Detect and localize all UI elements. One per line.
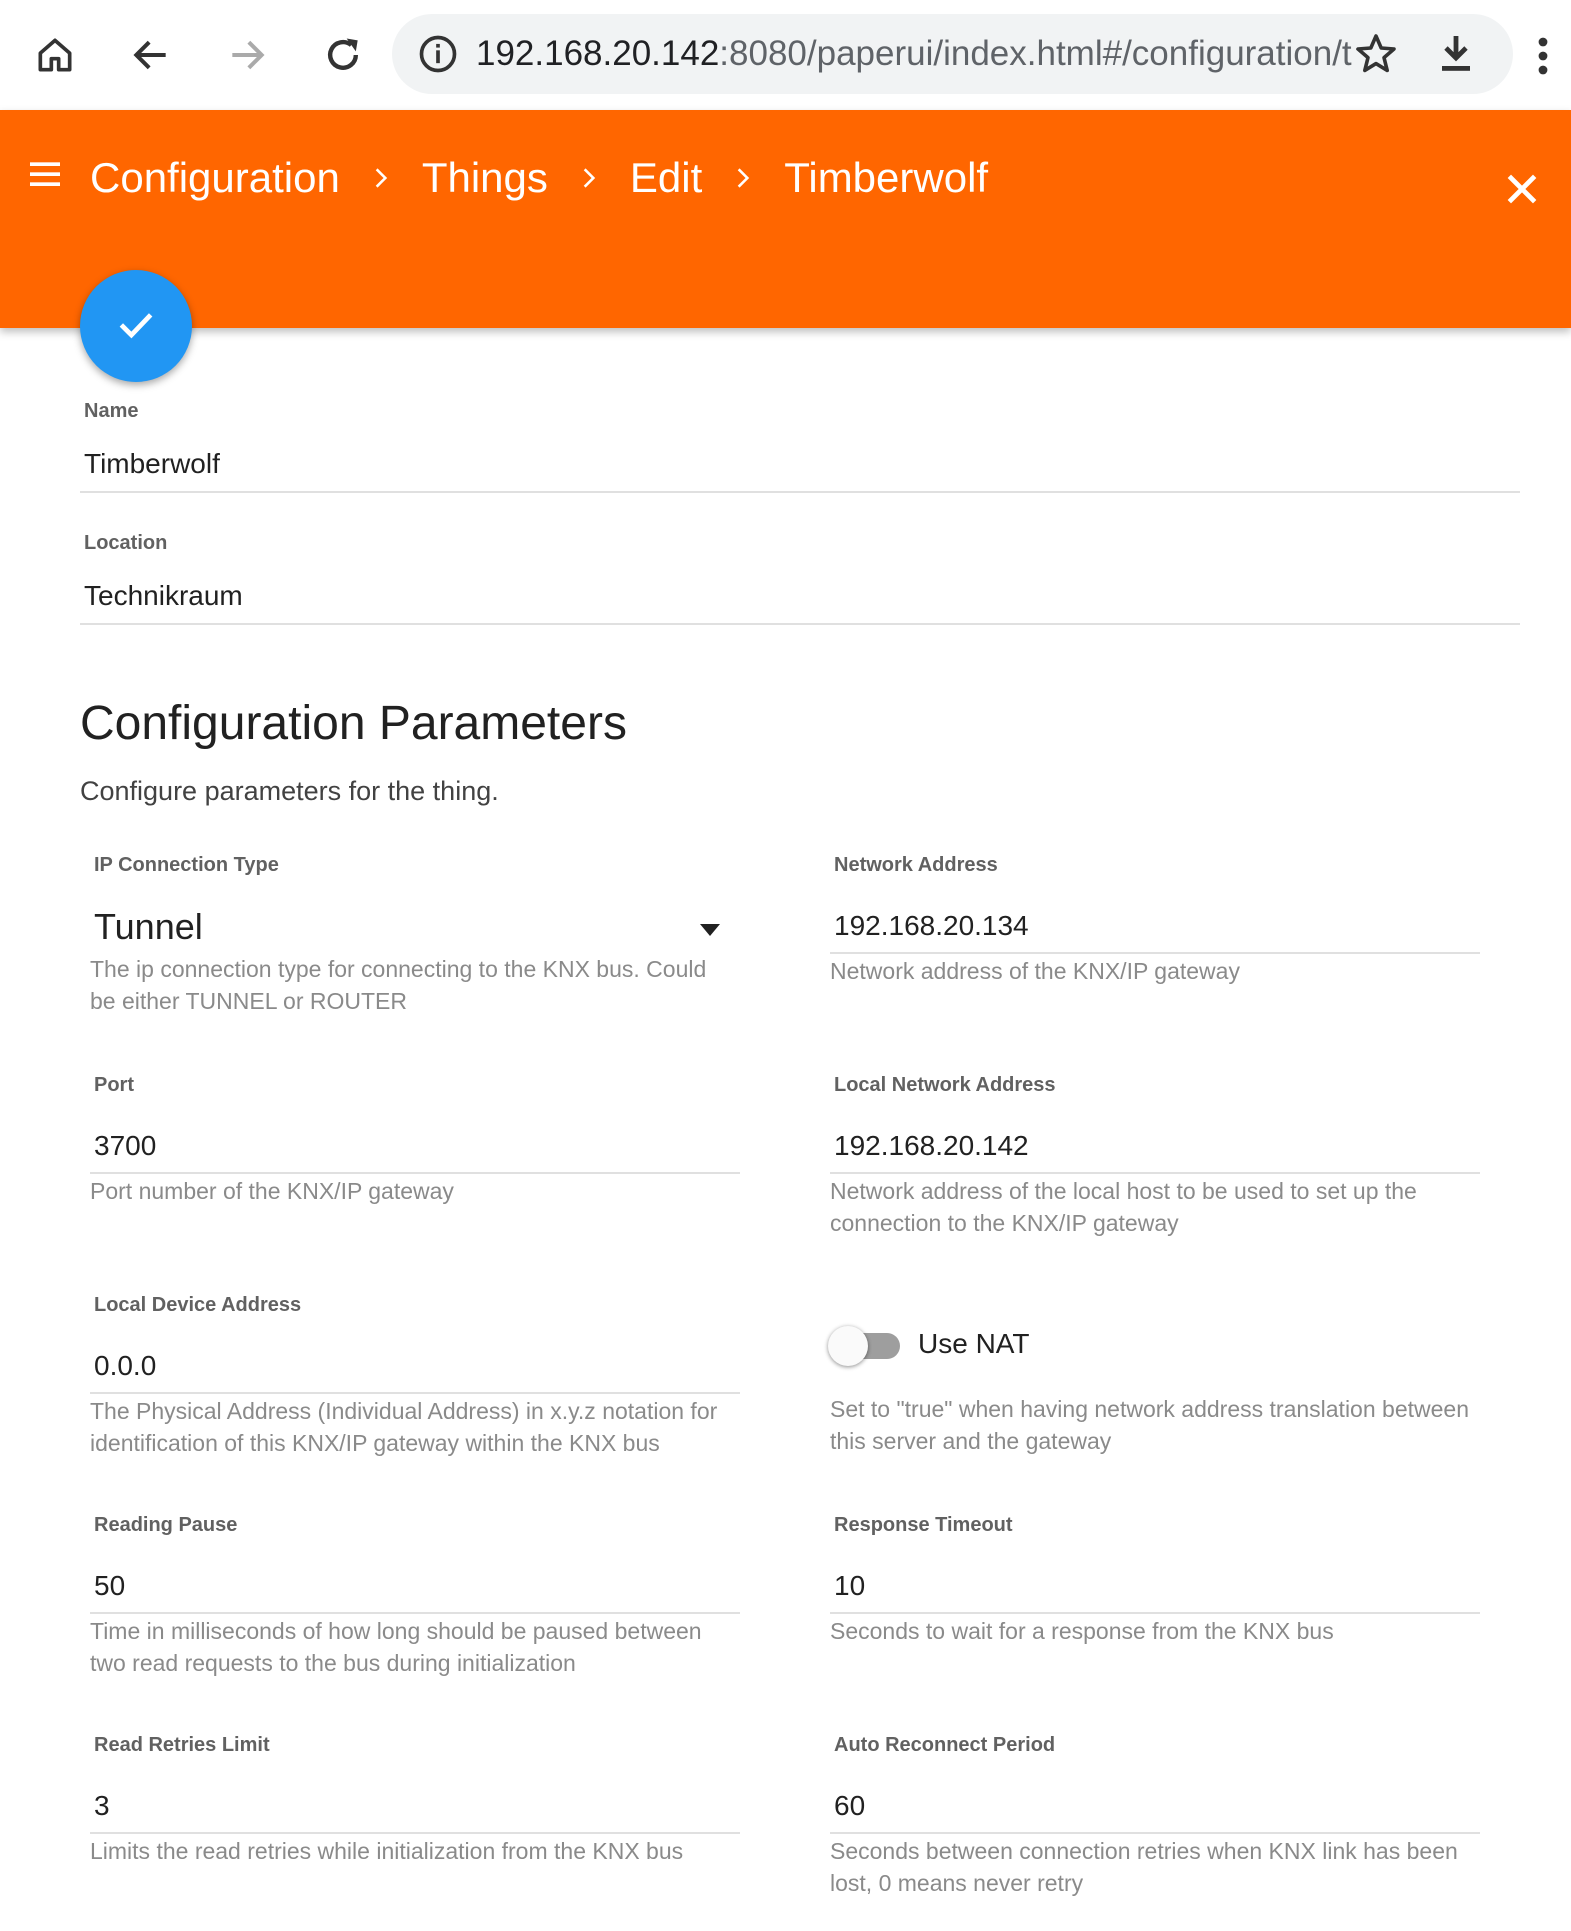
port-hint: Port number of the KNX/IP gateway: [90, 1178, 454, 1204]
chevron-right-icon: [730, 165, 756, 191]
local-device-address-input[interactable]: 0.0.0: [94, 1350, 156, 1382]
network-address-label: Network Address: [834, 854, 998, 876]
download-icon[interactable]: [1432, 30, 1480, 78]
forward-icon[interactable]: [214, 22, 280, 88]
breadcrumb-configuration[interactable]: Configuration: [90, 154, 340, 202]
local-network-address-hint-2: connection to the KNX/IP gateway: [830, 1210, 1179, 1236]
use-nat-hint-2: this server and the gateway: [830, 1428, 1112, 1454]
response-timeout-label: Response Timeout: [834, 1514, 1013, 1536]
read-retries-limit-hint: Limits the read retries while initializa…: [90, 1838, 684, 1864]
network-address-underline: [830, 952, 1480, 954]
breadcrumb: Configuration Things Edit Timberwolf: [90, 146, 988, 210]
section-title: Configuration Parameters: [80, 697, 627, 750]
local-network-address-underline: [830, 1172, 1480, 1174]
chevron-right-icon: [576, 165, 602, 191]
reading-pause-hint-2: two read requests to the bus during init…: [90, 1650, 576, 1676]
reading-pause-input[interactable]: 50: [94, 1570, 125, 1602]
local-device-address-hint-2: identification of this KNX/IP gateway wi…: [90, 1430, 660, 1456]
local-network-address-label: Local Network Address: [834, 1074, 1056, 1096]
breadcrumb-timberwolf: Timberwolf: [784, 154, 989, 201]
local-device-address-hint-1: The Physical Address (Individual Address…: [90, 1398, 718, 1424]
breadcrumb-edit[interactable]: Edit: [630, 154, 702, 202]
reading-pause-underline: [90, 1612, 740, 1614]
back-icon[interactable]: [118, 22, 184, 88]
read-retries-limit-label: Read Retries Limit: [94, 1734, 270, 1756]
check-icon: [114, 302, 158, 351]
app-header: Configuration Things Edit Timberwolf: [0, 110, 1571, 328]
toggle-thumb[interactable]: [828, 1326, 868, 1366]
auto-reconnect-period-underline: [830, 1832, 1480, 1834]
network-address-input[interactable]: 192.168.20.134: [834, 910, 1029, 942]
read-retries-limit-underline: [90, 1832, 740, 1834]
home-icon[interactable]: [22, 22, 88, 88]
reading-pause-hint-1: Time in milliseconds of how long should …: [90, 1618, 702, 1644]
star-icon[interactable]: [1352, 30, 1400, 78]
port-input[interactable]: 3700: [94, 1130, 156, 1162]
auto-reconnect-period-label: Auto Reconnect Period: [834, 1734, 1056, 1756]
address-bar[interactable]: 192.168.20.142:8080/paperui/index.html#/…: [392, 14, 1513, 94]
response-timeout-underline: [830, 1612, 1480, 1614]
chevron-right-icon: [368, 165, 394, 191]
ip-connection-type-hint-1: The ip connection type for connecting to…: [90, 956, 707, 982]
kebab-menu-icon[interactable]: [1537, 36, 1549, 76]
auto-reconnect-period-hint-2: lost, 0 means never retry: [830, 1870, 1084, 1896]
auto-reconnect-period-hint-1: Seconds between connection retries when …: [830, 1838, 1458, 1864]
name-label: Name: [84, 400, 139, 422]
auto-reconnect-period-input[interactable]: 60: [834, 1790, 865, 1822]
local-device-address-label: Local Device Address: [94, 1294, 302, 1316]
url-text[interactable]: 192.168.20.142:8080/paperui/index.html#/…: [476, 14, 1352, 94]
breadcrumb-things[interactable]: Things: [422, 154, 548, 202]
read-retries-limit-input[interactable]: 3: [94, 1790, 110, 1822]
use-nat-toggle[interactable]: [828, 1326, 902, 1366]
use-nat-hint-1: Set to "true" when having network addres…: [830, 1396, 1469, 1422]
local-network-address-input[interactable]: 192.168.20.142: [834, 1130, 1029, 1162]
ip-connection-type-label: IP Connection Type: [94, 854, 279, 876]
location-input[interactable]: Technikraum: [84, 580, 243, 612]
hamburger-menu-icon[interactable]: [24, 154, 66, 199]
use-nat-label[interactable]: Use NAT: [918, 1328, 1030, 1360]
ip-connection-type-select[interactable]: Tunnel: [94, 906, 203, 948]
name-underline: [80, 491, 1520, 493]
port-underline: [90, 1172, 740, 1174]
local-device-address-underline: [90, 1392, 740, 1394]
section-subtitle: Configure parameters for the thing.: [80, 776, 499, 806]
response-timeout-hint: Seconds to wait for a response from the …: [830, 1618, 1334, 1644]
port-label: Port: [94, 1074, 134, 1096]
response-timeout-input[interactable]: 10: [834, 1570, 865, 1602]
location-underline: [80, 623, 1520, 625]
location-label: Location: [84, 532, 168, 554]
reading-pause-label: Reading Pause: [94, 1514, 238, 1536]
name-input[interactable]: Timberwolf: [84, 448, 220, 480]
local-network-address-hint-1: Network address of the local host to be …: [830, 1178, 1417, 1204]
save-button[interactable]: [80, 270, 192, 382]
close-icon[interactable]: [1503, 170, 1541, 213]
info-icon[interactable]: [416, 32, 460, 76]
dropdown-arrow-icon[interactable]: [698, 922, 722, 943]
ip-connection-type-hint-2: be either TUNNEL or ROUTER: [90, 988, 407, 1014]
network-address-hint: Network address of the KNX/IP gateway: [830, 958, 1240, 984]
reload-icon[interactable]: [310, 22, 376, 88]
browser-toolbar: 192.168.20.142:8080/paperui/index.html#/…: [0, 0, 1571, 110]
